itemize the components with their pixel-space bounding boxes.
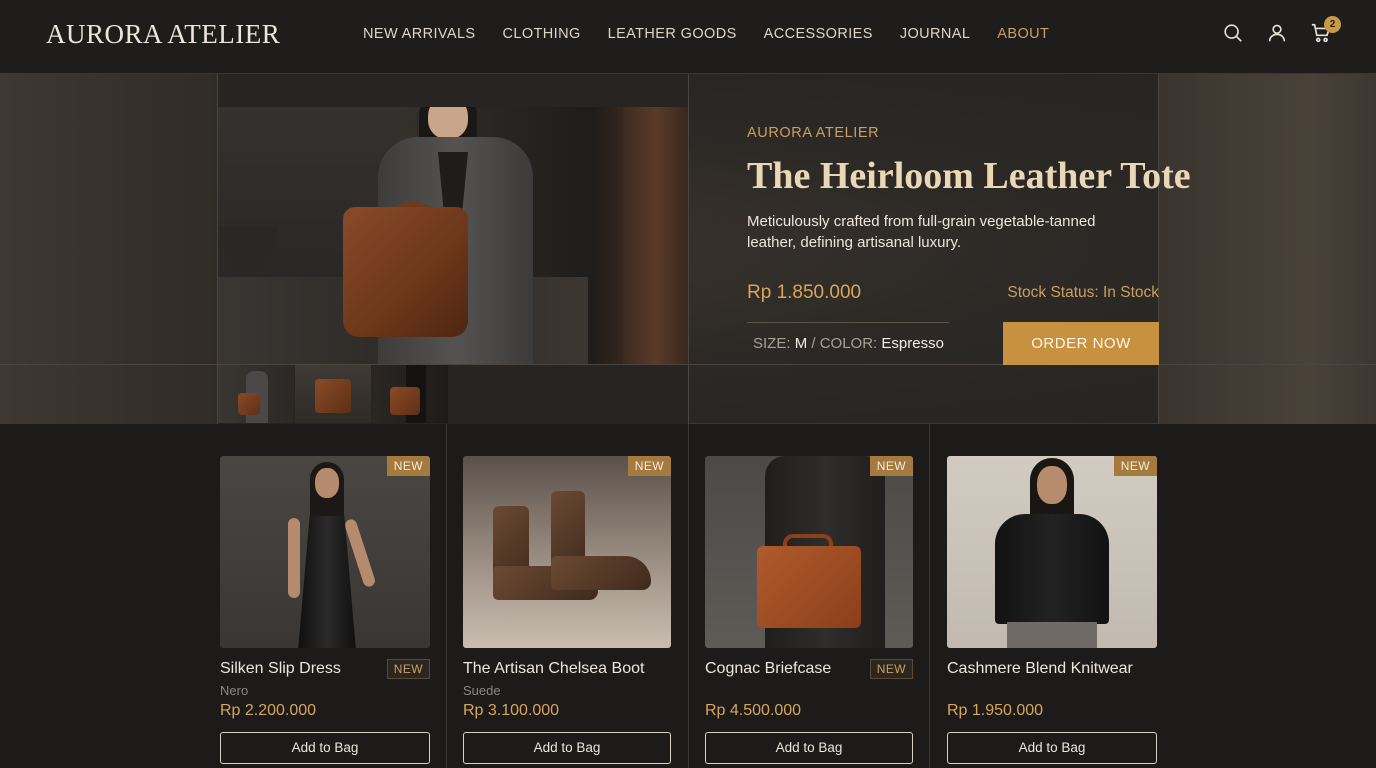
product-variant: Nero	[220, 683, 249, 698]
nav-accessories[interactable]: ACCESSORIES	[764, 26, 873, 42]
cart-count-badge: 2	[1324, 16, 1341, 33]
product-grid: NEW Silken Slip Dress NEW Nero Rp 2.200.…	[0, 424, 1376, 768]
nav-journal[interactable]: JOURNAL	[900, 26, 970, 42]
product-variant: Suede	[463, 683, 501, 698]
column-divider	[688, 424, 689, 768]
main-nav: NEW ARRIVALS CLOTHING LEATHER GOODS ACCE…	[363, 26, 1076, 42]
hero-product-image[interactable]	[218, 107, 688, 365]
product-image[interactable]: NEW	[220, 456, 430, 648]
nav-new-arrivals[interactable]: NEW ARRIVALS	[363, 26, 476, 42]
product-card[interactable]: NEW Silken Slip Dress NEW Nero Rp 2.200.…	[220, 456, 430, 764]
hero-title: The Heirloom Leather Tote	[747, 155, 1191, 197]
brand-logo[interactable]: AURORA ATELIER	[46, 19, 280, 50]
column-divider	[446, 424, 447, 768]
nav-leather-goods[interactable]: LEATHER GOODS	[608, 26, 737, 42]
product-card[interactable]: NEW Cashmere Blend Knitwear Rp 1.950.000…	[947, 456, 1157, 764]
nav-about[interactable]: ABOUT	[997, 26, 1049, 42]
product-name[interactable]: Cognac Briefcase	[705, 660, 831, 678]
product-image[interactable]: NEW	[705, 456, 913, 648]
thumbnail-strip	[218, 365, 449, 423]
user-icon[interactable]	[1266, 22, 1288, 46]
stock-status: Stock Status: In Stock	[1007, 284, 1159, 301]
product-name[interactable]: Silken Slip Dress	[220, 660, 341, 678]
grid-line	[0, 364, 1376, 365]
hero-description: Meticulously crafted from full-grain veg…	[747, 213, 1096, 251]
product-price: Rp 4.500.000	[705, 702, 802, 719]
hero-product-info: AURORA ATELIER The Heirloom Leather Tote…	[747, 74, 1191, 424]
add-to-bag-button[interactable]: Add to Bag	[220, 732, 430, 764]
product-card[interactable]: NEW The Artisan Chelsea Boot Suede Rp 3.…	[463, 456, 671, 764]
header-actions: 2	[1222, 16, 1341, 46]
new-tag: NEW	[627, 456, 671, 476]
new-tag: NEW	[386, 456, 430, 476]
add-to-bag-button[interactable]: Add to Bag	[947, 732, 1157, 764]
product-card[interactable]: NEW Cognac Briefcase NEW Rp 4.500.000 Ad…	[705, 456, 913, 764]
product-price: Rp 2.200.000	[220, 702, 317, 719]
thumbnail-2[interactable]	[295, 365, 371, 423]
hero-backdrop-right	[1159, 74, 1376, 424]
new-badge: NEW	[869, 659, 913, 679]
color-value[interactable]: Espresso	[881, 335, 944, 352]
product-name[interactable]: Cashmere Blend Knitwear	[947, 660, 1133, 678]
variant-separator: /	[811, 335, 816, 352]
grid-line	[688, 74, 689, 424]
hero-section	[0, 74, 1376, 424]
new-badge: NEW	[386, 659, 430, 679]
product-image[interactable]: NEW	[947, 456, 1157, 648]
site-header: AURORA ATELIER NEW ARRIVALS CLOTHING LEA…	[0, 0, 1376, 74]
size-value[interactable]: M	[795, 335, 808, 352]
size-label: SIZE:	[753, 335, 791, 352]
column-divider	[929, 424, 930, 768]
hero-price: Rp 1.850.000	[747, 282, 862, 303]
product-price: Rp 1.950.000	[947, 702, 1044, 719]
grid-line	[217, 74, 218, 424]
new-tag: NEW	[1113, 456, 1157, 476]
nav-clothing[interactable]: CLOTHING	[503, 26, 581, 42]
color-label: COLOR:	[819, 335, 878, 352]
product-price: Rp 3.100.000	[463, 702, 560, 719]
cart-icon[interactable]: 2	[1310, 16, 1341, 46]
divider	[747, 322, 949, 323]
thumbnail-3[interactable]	[372, 365, 448, 423]
search-icon[interactable]	[1222, 22, 1244, 46]
thumbnail-1[interactable]	[218, 365, 294, 423]
order-now-button[interactable]: ORDER NOW	[1003, 322, 1159, 365]
add-to-bag-button[interactable]: Add to Bag	[463, 732, 671, 764]
add-to-bag-button[interactable]: Add to Bag	[705, 732, 913, 764]
product-name[interactable]: The Artisan Chelsea Boot	[463, 660, 644, 678]
new-tag: NEW	[869, 456, 913, 476]
variant-selector[interactable]: SIZE: M / COLOR: Espresso	[753, 335, 944, 352]
hero-backdrop-left	[0, 74, 218, 424]
hero-brand[interactable]: AURORA ATELIER	[747, 125, 879, 141]
product-image[interactable]: NEW	[463, 456, 671, 648]
